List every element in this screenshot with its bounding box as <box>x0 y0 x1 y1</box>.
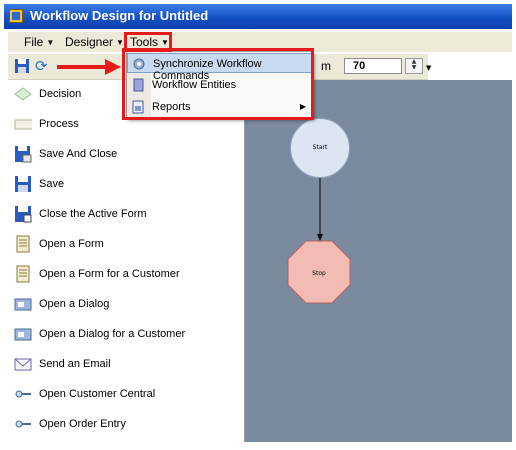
key-icon <box>15 390 31 398</box>
palette-item-label: Close the Active Form <box>39 208 147 220</box>
palette-item-open-order-entry[interactable]: Open Order Entry <box>8 412 244 438</box>
menu-designer[interactable]: Designer ▼ <box>65 35 124 49</box>
form-icon <box>16 235 30 253</box>
key-icon <box>15 420 31 428</box>
diagram-canvas[interactable]: Start Stop <box>245 80 512 442</box>
palette-item-open-customer-central[interactable]: Open Customer Central <box>8 382 244 408</box>
red-arrow-icon <box>57 59 121 75</box>
palette-item-open-dialog-customer[interactable]: Open a Dialog for a Customer <box>8 322 244 348</box>
palette-item-close-active-form[interactable]: Close the Active Form <box>8 202 244 228</box>
connector-arrow[interactable] <box>315 178 325 242</box>
toolbar-overflow-icon[interactable]: ▼ <box>426 64 431 72</box>
palette-item-open-form[interactable]: Open a Form <box>8 232 244 258</box>
zoom-stepper[interactable]: ▲ ▼ <box>405 58 423 74</box>
command-palette: Decision Process Save And Close Save Clo… <box>8 80 245 442</box>
palette-item-label: Open Order Entry <box>39 418 126 430</box>
palette-item-label: Open Customer Central <box>39 388 156 400</box>
app-icon <box>9 9 23 23</box>
palette-item-save-and-close[interactable]: Save And Close <box>8 142 244 168</box>
start-node[interactable]: Start <box>290 118 350 178</box>
save-icon[interactable] <box>14 58 30 74</box>
zoom-label: m <box>321 59 331 73</box>
palette-item-label: Save <box>39 178 65 190</box>
zoom-input[interactable]: 70 <box>344 58 402 74</box>
palette-item-label: Decision <box>39 88 82 100</box>
dialog-icon <box>14 298 32 311</box>
chevron-down-icon: ▼ <box>116 38 124 47</box>
rectangle-shape-icon <box>14 119 32 130</box>
customer-dialog-icon <box>14 328 32 341</box>
palette-item-label: Process <box>39 118 79 130</box>
close-form-icon <box>15 206 32 223</box>
stop-node[interactable]: Stop <box>287 240 351 304</box>
palette-item-open-form-customer[interactable]: Open a Form for a Customer <box>8 262 244 288</box>
floppy-close-icon <box>15 146 32 163</box>
chevron-down-icon: ▼ <box>46 38 55 47</box>
palette-item-label: Open a Form <box>39 238 104 250</box>
menu-designer-label: Designer <box>65 35 114 49</box>
menu-file-label: File <box>24 35 44 49</box>
palette-item-label: Save And Close <box>39 148 118 160</box>
palette-item-open-dialog[interactable]: Open a Dialog <box>8 292 244 318</box>
menu-file[interactable]: File ▼ <box>24 35 54 49</box>
envelope-icon <box>14 358 32 371</box>
palette-item-label: Open a Dialog for a Customer <box>39 328 186 340</box>
customer-form-icon <box>16 265 30 283</box>
stop-node-label: Stop <box>312 270 326 277</box>
refresh-icon[interactable]: ⟳ <box>35 57 48 75</box>
title-bar: Workflow Design for Untitled <box>4 4 512 29</box>
floppy-disk-icon <box>15 176 31 192</box>
window-title: Workflow Design for Untitled <box>30 8 209 23</box>
palette-item-label: Open a Form for a Customer <box>39 268 180 280</box>
palette-item-label: Open a Dialog <box>39 298 110 310</box>
diamond-shape-icon <box>14 87 32 101</box>
dropdown-highlight-frame <box>122 48 314 120</box>
start-node-label: Start <box>312 144 328 151</box>
stepper-down-icon[interactable]: ▼ <box>406 65 422 71</box>
palette-item-label: Send an Email <box>39 358 111 370</box>
palette-item-save[interactable]: Save <box>8 172 244 198</box>
palette-item-send-email[interactable]: Send an Email <box>8 352 244 378</box>
